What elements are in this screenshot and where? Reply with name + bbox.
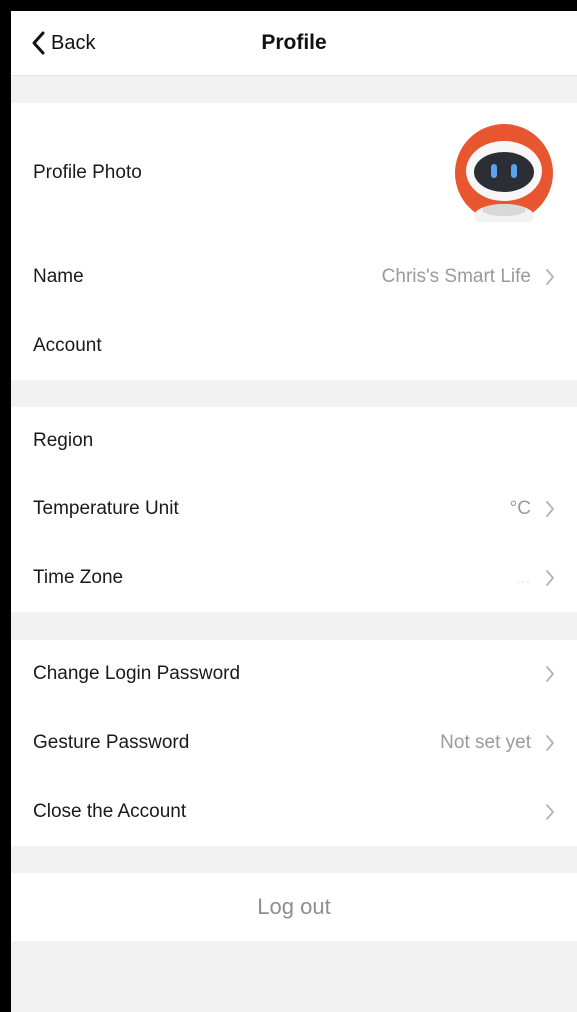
- change-login-password-label: Change Login Password: [33, 663, 241, 684]
- change-login-password-row[interactable]: Change Login Password: [11, 640, 577, 708]
- gesture-password-value: Not set yet: [440, 731, 531, 753]
- navigation-bar: Back Profile: [11, 11, 577, 76]
- region-label: Region: [33, 430, 94, 451]
- profile-photo-label: Profile Photo: [33, 162, 142, 183]
- account-label: Account: [33, 334, 102, 356]
- profile-section: Profile Photo Name Chris's Smart Life Ac…: [11, 103, 577, 380]
- region-row[interactable]: Region: [11, 407, 577, 475]
- gesture-password-row[interactable]: Gesture Password Not set yet: [11, 708, 577, 777]
- profile-photo-row[interactable]: Profile Photo: [11, 103, 577, 243]
- close-account-row[interactable]: Close the Account: [11, 777, 577, 846]
- name-label: Name: [33, 266, 84, 287]
- temperature-unit-value: °C: [509, 498, 531, 519]
- time-zone-value: ...: [515, 566, 531, 588]
- account-row[interactable]: Account: [11, 311, 577, 380]
- time-zone-label: Time Zone: [33, 566, 124, 588]
- temperature-unit-row[interactable]: Temperature Unit °C: [11, 475, 577, 543]
- app-screen: Back Profile Profile Photo Name Chris's …: [11, 11, 577, 1012]
- robot-avatar-icon[interactable]: [455, 124, 553, 222]
- chevron-right-icon: [546, 269, 554, 285]
- preferences-section: Region Temperature Unit °C Time Zone ...: [11, 407, 577, 612]
- security-section: Change Login Password Gesture Password N…: [11, 640, 577, 846]
- page-title: Profile: [261, 31, 327, 54]
- logout-button[interactable]: Log out: [11, 873, 577, 941]
- chevron-right-icon: [546, 569, 554, 586]
- name-value: Chris's Smart Life: [381, 266, 531, 287]
- gesture-password-label: Gesture Password: [33, 731, 190, 753]
- name-row[interactable]: Name Chris's Smart Life: [11, 243, 577, 311]
- close-account-label: Close the Account: [33, 800, 187, 822]
- temperature-unit-label: Temperature Unit: [33, 498, 179, 519]
- chevron-right-icon: [546, 666, 554, 682]
- logout-label: Log out: [257, 894, 331, 919]
- chevron-right-icon: [546, 803, 554, 820]
- chevron-right-icon: [546, 501, 554, 517]
- time-zone-row[interactable]: Time Zone ...: [11, 543, 577, 612]
- chevron-right-icon: [546, 734, 554, 751]
